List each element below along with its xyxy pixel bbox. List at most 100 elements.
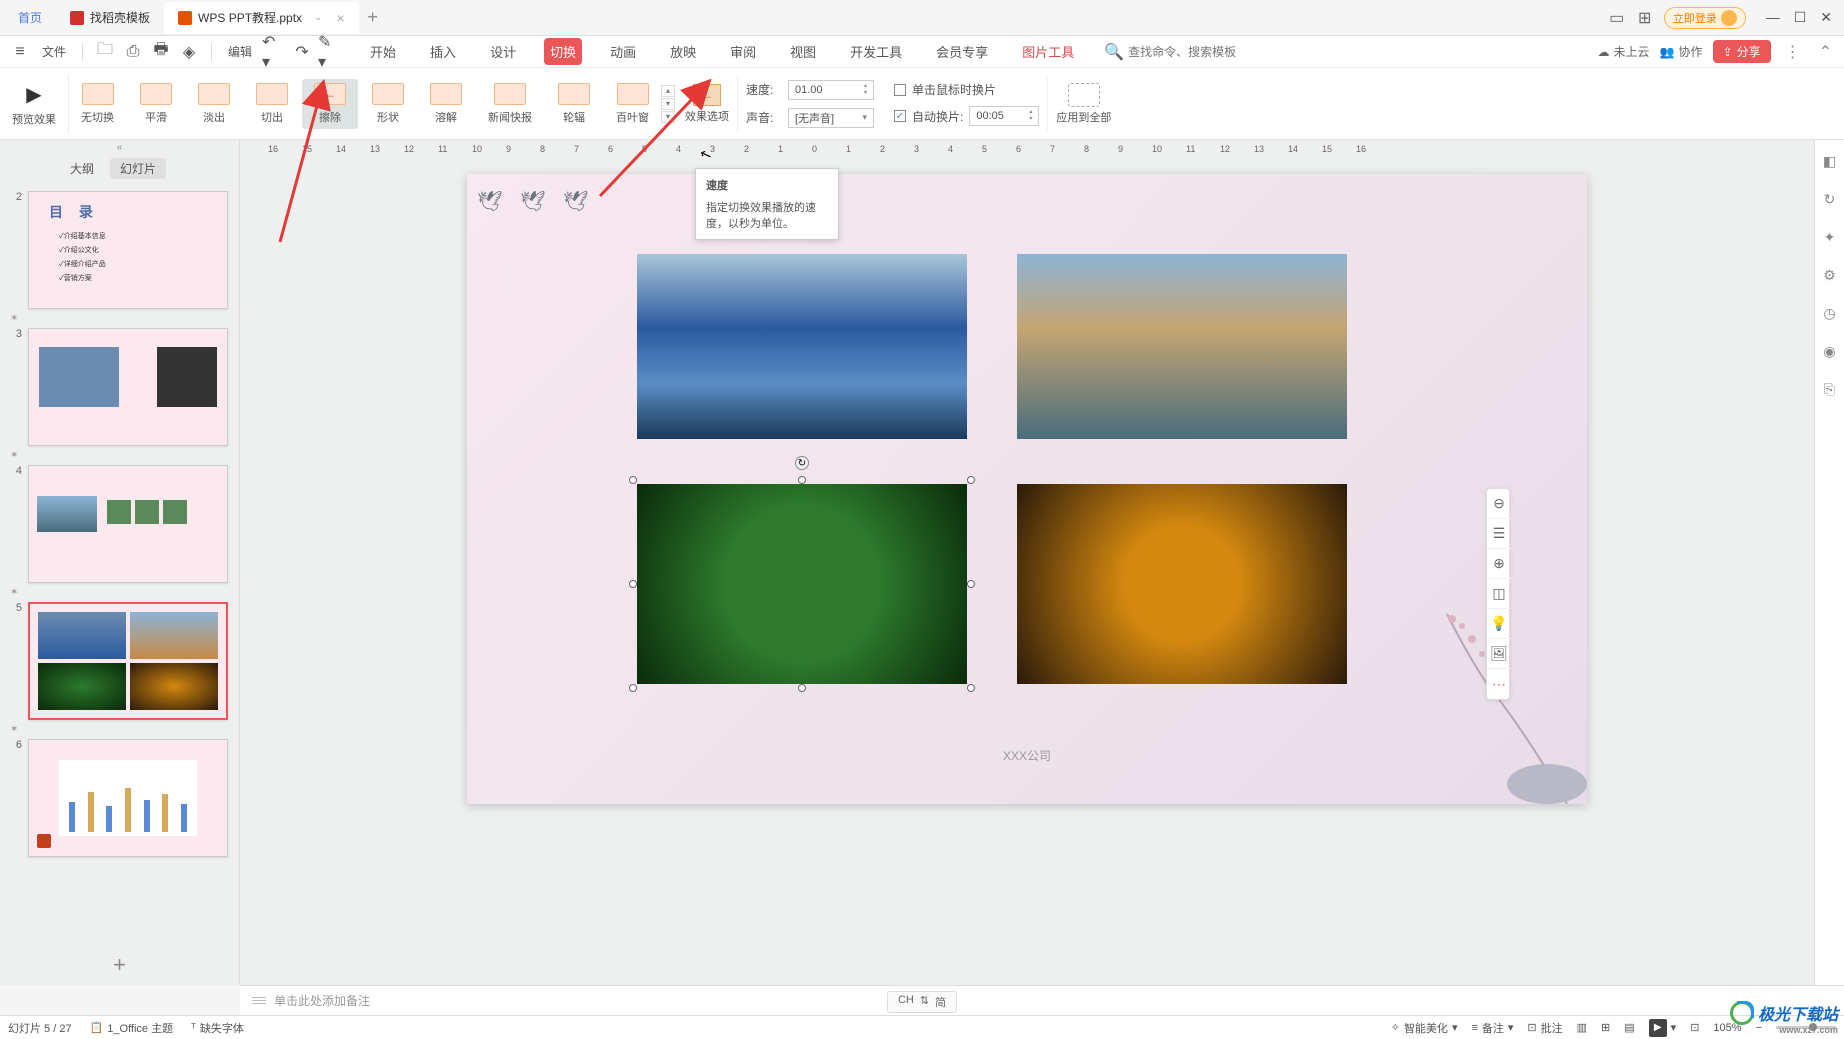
menu-slideshow[interactable]: 放映 — [664, 38, 702, 65]
ime-indicator[interactable]: CH ⇅ 简 — [887, 991, 957, 1013]
transition-shape[interactable]: 形状 — [360, 79, 416, 129]
collab-button[interactable]: 👥 协作 — [1660, 43, 1703, 60]
tab-file[interactable]: WPS PPT教程.pptx ⌄ × — [164, 2, 359, 34]
menu-devtools[interactable]: 开发工具 — [844, 38, 908, 65]
minimize-button[interactable]: — — [1766, 9, 1780, 26]
view-reader[interactable]: ▤ — [1624, 1021, 1634, 1034]
panel-collapse[interactable]: « — [0, 140, 239, 154]
menu-collapse[interactable]: ⌃ — [1815, 42, 1836, 62]
tab-home[interactable]: 首页 — [4, 2, 56, 34]
slides-tab[interactable]: 幻灯片 — [110, 158, 166, 179]
menu-transition[interactable]: 切换 — [544, 38, 582, 65]
menu-more[interactable]: ⋮ — [1781, 42, 1805, 62]
rs-export-icon[interactable]: ⎘ — [1821, 380, 1839, 398]
maximize-button[interactable]: ☐ — [1794, 9, 1807, 26]
close-window-button[interactable]: ✕ — [1820, 9, 1832, 26]
grid-icon[interactable]: ⊞ — [1636, 9, 1654, 27]
slide-thumb-4[interactable]: 4 — [0, 461, 239, 587]
tool-crop[interactable]: ◫ — [1487, 579, 1511, 609]
rs-design-icon[interactable]: ↻ — [1821, 190, 1839, 208]
transition-dissolve[interactable]: 溶解 — [418, 79, 474, 129]
transition-none[interactable]: 无切换 — [69, 79, 126, 129]
auto-input[interactable]: 00:05 ▴▾ — [969, 106, 1039, 126]
export-icon[interactable]: ⎙ — [121, 40, 145, 64]
tab-add[interactable]: + — [359, 7, 387, 28]
rs-location-icon[interactable]: ◉ — [1821, 342, 1839, 360]
handle-ml[interactable] — [629, 580, 637, 588]
handle-bc[interactable] — [798, 684, 806, 692]
missing-font[interactable]: ᵀ 缺失字体 — [191, 1020, 244, 1036]
theme-info[interactable]: 📋 1_Office 主题 — [90, 1020, 174, 1036]
tab-close-icon[interactable]: × — [336, 10, 344, 26]
transition-news[interactable]: 新闻快报 — [476, 79, 544, 129]
menu-view[interactable]: 视图 — [784, 38, 822, 65]
rs-templates-icon[interactable]: ◧ — [1821, 152, 1839, 170]
file-menu[interactable]: 文件 — [42, 43, 66, 60]
menu-review[interactable]: 审阅 — [724, 38, 762, 65]
rotate-handle[interactable]: ↻ — [795, 456, 809, 470]
menu-insert[interactable]: 插入 — [424, 38, 462, 65]
tool-layers[interactable]: ☰ — [1487, 519, 1511, 549]
image-autumn-lake[interactable] — [1017, 254, 1347, 439]
edit-menu[interactable]: 编辑 — [228, 43, 252, 60]
slide-canvas[interactable]: 🕊 🕊 🕊 ↻ XXX公司 — [467, 174, 1587, 804]
slide-thumb-6[interactable]: 6 — [0, 735, 239, 861]
handle-br[interactable] — [967, 684, 975, 692]
comment-button[interactable]: ⊡ 批注 — [1527, 1020, 1562, 1036]
add-slide-button[interactable]: + — [0, 945, 239, 985]
outline-tab[interactable]: 大纲 — [60, 158, 104, 179]
hamburger-icon[interactable]: ≡ — [8, 40, 32, 64]
rs-magic-icon[interactable]: ✦ — [1821, 228, 1839, 246]
tool-zoom-in[interactable]: ⊕ — [1487, 549, 1511, 579]
login-button[interactable]: 立即登录 — [1664, 7, 1746, 29]
menu-member[interactable]: 会员专享 — [930, 38, 994, 65]
preview-effect-button[interactable]: ▶ 预览效果 — [12, 81, 56, 127]
image-green-leaf[interactable] — [637, 484, 967, 684]
company-text[interactable]: XXX公司 — [1003, 747, 1051, 764]
handle-mr[interactable] — [967, 580, 975, 588]
view-sorter[interactable]: ⊞ — [1601, 1021, 1610, 1034]
tool-image[interactable]: 🖼 — [1487, 639, 1511, 669]
speed-up[interactable]: ▴ — [864, 83, 867, 90]
menu-start[interactable]: 开始 — [364, 38, 402, 65]
tab-dropdown-icon[interactable]: ⌄ — [314, 12, 322, 23]
slide-thumb-5[interactable]: 5 — [0, 598, 239, 724]
sound-dropdown[interactable]: [无声音] ▾ — [788, 108, 874, 128]
image-maple-leaf[interactable] — [1017, 484, 1347, 684]
transition-morph[interactable]: 平滑 — [128, 79, 184, 129]
view-normal[interactable]: ▥ — [1577, 1021, 1587, 1034]
onclick-checkbox[interactable] — [894, 84, 906, 96]
handle-bl[interactable] — [629, 684, 637, 692]
tool-more[interactable]: ⋯ — [1487, 669, 1511, 699]
slide-thumb-2[interactable]: 2 目 录 ✓介绍基本信息 ✓介绍公文化 ✓详细介绍产品 ✓营销方案 — [0, 187, 239, 313]
undo-icon[interactable]: ↶ ▾ — [262, 40, 286, 64]
handle-tr[interactable] — [967, 476, 975, 484]
format-painter-icon[interactable]: ✎ ▾ — [318, 40, 342, 64]
menu-animation[interactable]: 动画 — [604, 38, 642, 65]
transition-fade[interactable]: 淡出 — [186, 79, 242, 129]
redo-icon[interactable]: ↷ — [290, 40, 314, 64]
tool-idea[interactable]: 💡 — [1487, 609, 1511, 639]
menu-picture-tools[interactable]: 图片工具 — [1016, 38, 1080, 65]
apply-all-button[interactable]: 应用到全部 — [1056, 83, 1111, 125]
handle-tc[interactable] — [798, 476, 806, 484]
speed-down[interactable]: ▾ — [864, 90, 867, 97]
rs-chart-icon[interactable]: ◷ — [1821, 304, 1839, 322]
print-icon[interactable]: 🖶 — [149, 40, 173, 64]
beautify-button[interactable]: ✧ 智能美化 ▾ — [1391, 1020, 1458, 1036]
save-icon[interactable]: 🗀 — [93, 40, 117, 64]
tool-zoom-out[interactable]: ⊖ — [1487, 489, 1511, 519]
search-input[interactable] — [1128, 45, 1258, 59]
image-mountain-lake[interactable] — [637, 254, 967, 439]
rs-settings-icon[interactable]: ⚙ — [1821, 266, 1839, 284]
handle-tl[interactable] — [629, 476, 637, 484]
slide-thumb-3[interactable]: 3 — [0, 324, 239, 450]
notes-button[interactable]: ≡ 备注 ▾ — [1471, 1020, 1513, 1036]
preview-icon[interactable]: ◈ — [177, 40, 201, 64]
cloud-button[interactable]: ☁ 未上云 — [1598, 43, 1650, 60]
menu-design[interactable]: 设计 — [484, 38, 522, 65]
speed-input[interactable]: 01.00 ▴▾ — [788, 80, 874, 100]
zoom-fit[interactable]: ⊡ — [1690, 1021, 1699, 1034]
tablet-icon[interactable]: ▭ — [1608, 9, 1626, 27]
view-present[interactable]: ▶ ▾ — [1649, 1019, 1677, 1037]
